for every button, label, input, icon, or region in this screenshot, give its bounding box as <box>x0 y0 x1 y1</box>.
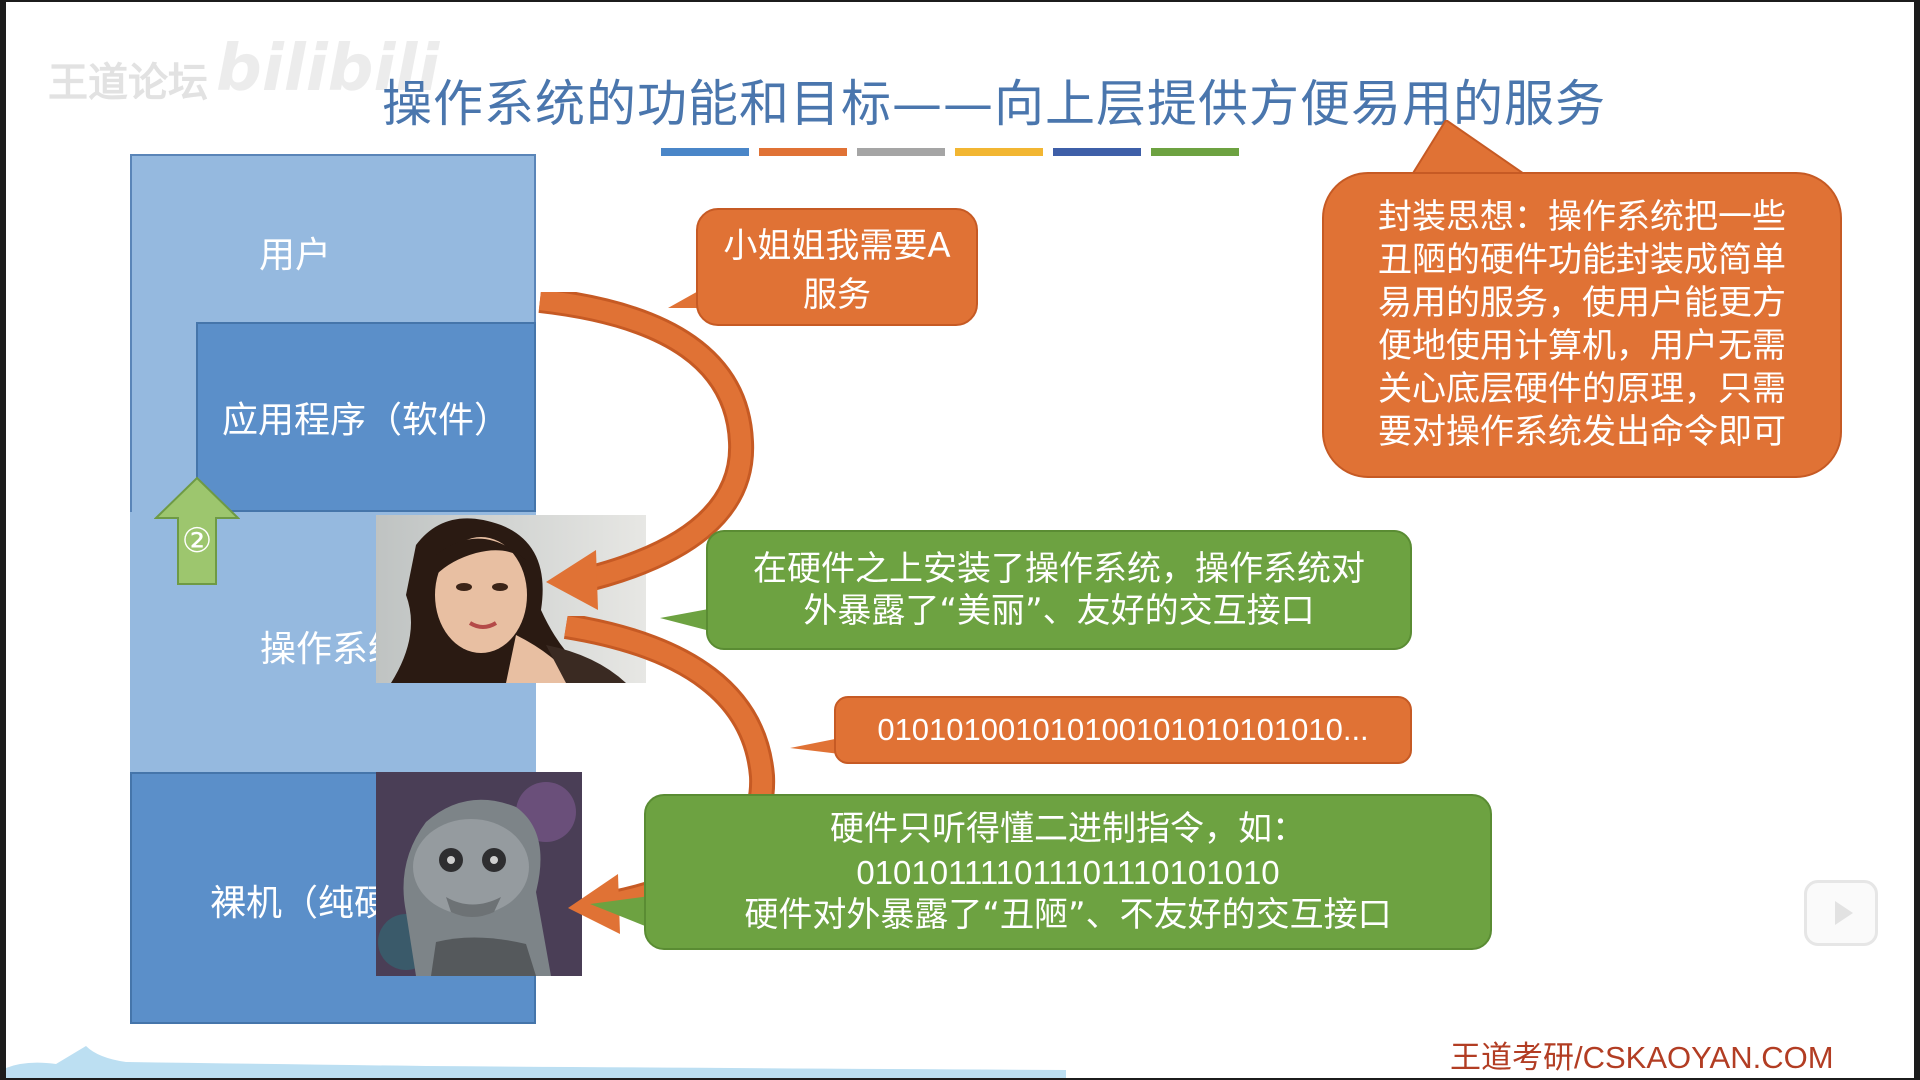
footer-brand: 王道考研/CSKAOYAN.COM <box>1450 1040 1834 1075</box>
divider-bar-green <box>1151 148 1239 156</box>
encapsulation-bubble-text: 封装思想：操作系统把一些丑陋的硬件功能封装成简单易用的服务，使用户能更方便地使用… <box>1378 197 1786 452</box>
divider-bar-orange <box>759 148 847 156</box>
alien-photo <box>376 772 582 976</box>
encapsulation-bubble-tail <box>1410 120 1534 179</box>
layer-app-label: 应用程序（软件） <box>221 400 510 441</box>
hardware-bubble-line-3: 硬件对外暴露了“丑陋”、不友好的交互接口 <box>744 894 1392 935</box>
os-interface-bubble: 在硬件之上安装了操作系统，操作系统对外暴露了“美丽”、友好的交互接口 <box>706 530 1412 650</box>
encapsulation-bubble: 封装思想：操作系统把一些丑陋的硬件功能封装成简单易用的服务，使用户能更方便地使用… <box>1322 172 1842 478</box>
divider-bar-gray <box>857 148 945 156</box>
divider-bar-blue <box>661 148 749 156</box>
layer-app: 应用程序（软件） <box>196 322 536 512</box>
layer-user: 用户 <box>130 182 460 322</box>
os-interface-bubble-text: 在硬件之上安装了操作系统，操作系统对外暴露了“美丽”、友好的交互接口 <box>753 549 1365 631</box>
play-button[interactable] <box>1804 880 1878 946</box>
step-badge: ② <box>181 521 213 561</box>
divider-bar-navy <box>1053 148 1141 156</box>
watermark-wangdao: 王道论坛 <box>48 60 208 106</box>
binary-bubble-text: 010101001010100101010101010... <box>877 712 1369 747</box>
request-bubble-text: 小姐姐我需要A服务 <box>723 226 951 315</box>
hardware-bubble: 硬件只听得懂二进制指令，如： 010101111011101110101010 … <box>644 794 1492 950</box>
divider-bar-yellow <box>955 148 1043 156</box>
video-frame: 王道论坛 bilibili 操作系统的功能和目标——向上层提供方便易用的服务 用… <box>0 0 1920 1080</box>
request-bubble: 小姐姐我需要A服务 <box>696 208 978 326</box>
wave-decoration <box>6 1046 1066 1078</box>
binary-bubble: 010101001010100101010101010... <box>834 696 1412 764</box>
hardware-bubble-line-1: 硬件只听得懂二进制指令，如： <box>830 808 1306 849</box>
hardware-bubble-tail <box>590 896 650 928</box>
slide: 王道论坛 bilibili 操作系统的功能和目标——向上层提供方便易用的服务 用… <box>6 2 1914 1078</box>
binary-bubble-tail <box>790 738 840 754</box>
hardware-bubble-line-2: 010101111011101110101010 <box>856 853 1280 891</box>
layer-user-label: 用户 <box>258 235 331 276</box>
play-icon <box>1835 901 1853 925</box>
